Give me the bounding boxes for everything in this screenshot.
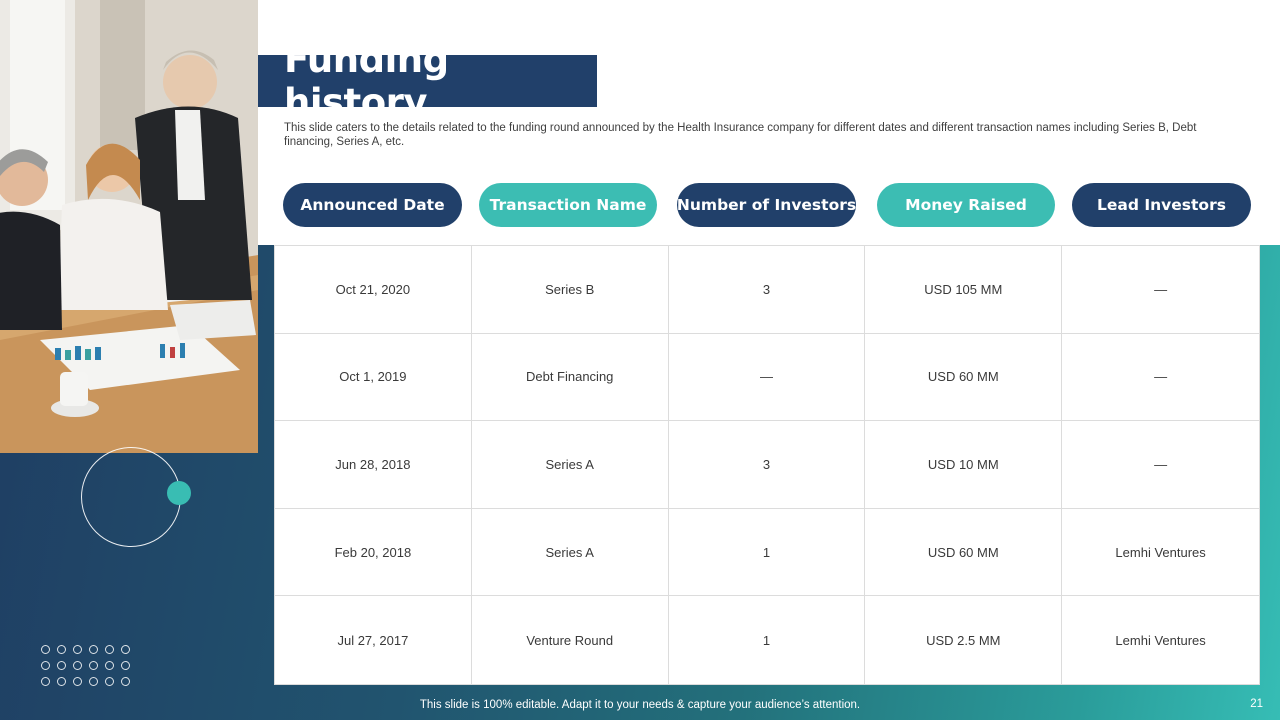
column-header-announced-date: Announced Date xyxy=(283,183,462,227)
table-cell-lead: Lemhi Ventures xyxy=(1062,509,1259,597)
decorative-dot xyxy=(167,481,191,505)
table-cell-investors: 3 xyxy=(668,421,866,509)
table-cell-transaction: Series A xyxy=(471,421,669,509)
column-header-money-raised: Money Raised xyxy=(877,183,1055,227)
table-cell-date: Jun 28, 2018 xyxy=(275,421,472,509)
table-cell-transaction: Series B xyxy=(471,246,669,334)
table-cell-money: USD 10 MM xyxy=(865,421,1063,509)
table-cell-money: USD 2.5 MM xyxy=(865,596,1063,684)
title-banner: Funding history xyxy=(258,38,597,124)
table-cell-date: Feb 20, 2018 xyxy=(275,508,472,597)
table-cell-date: Oct 21, 2020 xyxy=(275,246,472,334)
column-header-number-of-investors: Number of Investors xyxy=(677,183,856,227)
meeting-photo xyxy=(0,0,258,453)
table-cell-date: Jul 27, 2017 xyxy=(275,596,472,684)
table-cell-transaction: Series A xyxy=(471,508,669,597)
table-cell-money: USD 60 MM xyxy=(865,333,1063,422)
table-cell-money: USD 105 MM xyxy=(865,246,1063,334)
column-header-lead-investors: Lead Investors xyxy=(1072,183,1251,227)
table-cell-investors: — xyxy=(668,333,866,422)
table-cell-lead: — xyxy=(1062,246,1259,334)
decorative-dot-grid xyxy=(41,645,133,689)
table-cell-investors: 1 xyxy=(668,508,866,597)
page-number: 21 xyxy=(1250,698,1263,710)
table-cell-transaction: Venture Round xyxy=(472,596,669,684)
column-header-transaction-name: Transaction Name xyxy=(479,183,657,227)
page-title: Funding history xyxy=(284,38,449,124)
footer-note: This slide is 100% editable. Adapt it to… xyxy=(419,699,861,711)
table-cell-date: Oct 1, 2019 xyxy=(275,333,472,422)
table-cell-investors: 3 xyxy=(668,246,866,334)
decorative-circle xyxy=(81,447,181,547)
table-cell-investors: 1 xyxy=(669,596,866,684)
table-cell-lead: — xyxy=(1062,421,1259,509)
slide-description: This slide caters to the details related… xyxy=(284,122,1197,148)
table-cell-lead: — xyxy=(1062,334,1259,422)
table-cell-lead: Lemhi Ventures xyxy=(1115,632,1206,648)
table-cell-money: USD 60 MM xyxy=(865,508,1063,597)
table-cell-transaction: Debt Financing xyxy=(471,333,669,422)
funding-table: Oct 21, 2020 Series B 3 USD 105 MM — Oct… xyxy=(274,245,1260,685)
